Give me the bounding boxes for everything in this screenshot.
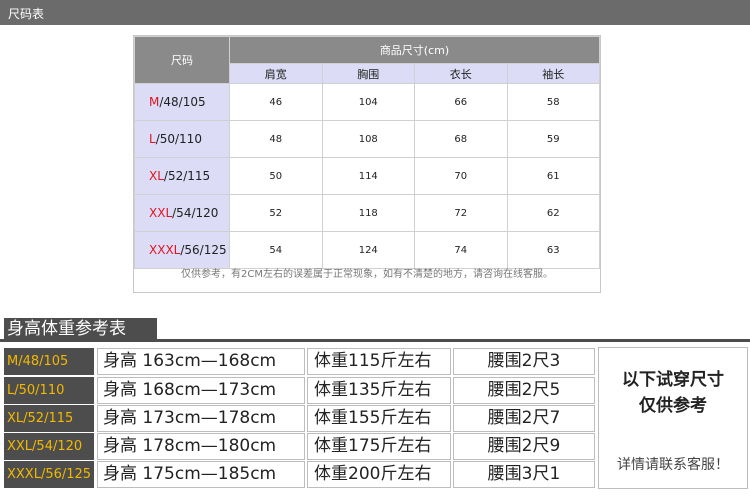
height-cell: 身高 178cm—180cm	[97, 433, 305, 460]
table-row: XL/52/115 50 114 70 61	[134, 157, 600, 195]
reference-size-label: XXXL/56/125	[4, 461, 94, 488]
size-numbers: /48/105	[159, 95, 206, 109]
weight-cell: 体重115斤左右	[307, 348, 451, 375]
table-row: M/48/105 46 104 66 58	[134, 83, 600, 121]
height-cell: 身高 175cm—185cm	[97, 461, 305, 488]
chest-cell: 124	[321, 231, 415, 269]
fit-note-line2: 仅供参考	[639, 396, 707, 416]
reference-row: M/48/105 身高 163cm—168cm 体重115斤左右 腰围2尺3	[4, 348, 595, 375]
size-numbers: /54/120	[172, 206, 219, 220]
weight-cell: 体重200斤左右	[307, 461, 451, 488]
height-cell: 身高 168cm—173cm	[97, 377, 305, 404]
size-numbers: /56/125	[180, 243, 227, 257]
waist-cell: 腰围2尺5	[453, 377, 595, 404]
size-label: XXXL/56/125	[134, 231, 230, 269]
header-title: 尺码表	[8, 7, 45, 21]
reference-row: L/50/110 身高 168cm—173cm 体重135斤左右 腰围2尺5	[4, 377, 595, 404]
table-row: XXL/54/120 52 118 72 62	[134, 194, 600, 232]
reference-size-label: XL/52/115	[4, 405, 94, 432]
reference-title: 身高体重参考表	[4, 318, 157, 340]
disclaimer-note: 仅供参考，有2CM左右的误差属于正常现象，如有不清楚的地方，请咨询在线客服。	[181, 269, 553, 280]
sleeve-cell: 59	[506, 120, 600, 158]
waist-cell: 腰围3尺1	[453, 461, 595, 488]
reference-row: XL/52/115 身高 173cm—178cm 体重155斤左右 腰围2尺7	[4, 405, 595, 432]
size-letter: XXXL	[149, 243, 181, 257]
dimension-group-header: 商品尺寸(cm)	[229, 36, 600, 64]
header-bar: 尺码表	[0, 0, 750, 25]
reference-size-label: L/50/110	[4, 377, 94, 404]
length-cell: 66	[414, 83, 508, 121]
weight-cell: 体重155斤左右	[307, 405, 451, 432]
fit-note-box: 以下试穿尺寸 仅供参考 详情请联系客服！	[598, 347, 748, 489]
size-label: XL/52/115	[134, 157, 230, 195]
size-letter: XXL	[149, 206, 173, 220]
size-letter: M	[149, 95, 160, 109]
sleeve-cell: 58	[506, 83, 600, 121]
height-cell: 身高 163cm—168cm	[97, 348, 305, 375]
weight-cell: 体重135斤左右	[307, 377, 451, 404]
column-header-sleeve: 袖长	[506, 63, 600, 84]
shoulder-cell: 54	[229, 231, 323, 269]
size-label: XXL/54/120	[134, 194, 230, 232]
size-letter: XL	[149, 169, 164, 183]
length-cell: 70	[414, 157, 508, 195]
height-cell: 身高 173cm—178cm	[97, 405, 305, 432]
column-header-shoulder: 肩宽	[229, 63, 323, 84]
shoulder-cell: 46	[229, 83, 323, 121]
reference-divider	[0, 339, 750, 342]
length-cell: 74	[414, 231, 508, 269]
sleeve-cell: 61	[506, 157, 600, 195]
column-header-length: 衣长	[414, 63, 508, 84]
length-cell: 72	[414, 194, 508, 232]
size-label: L/50/110	[134, 120, 230, 158]
size-letter: L	[149, 132, 156, 146]
size-numbers: /50/110	[155, 132, 202, 146]
table-row: L/50/110 48 108 68 59	[134, 120, 600, 158]
size-column-header: 尺码	[134, 36, 230, 84]
sleeve-cell: 62	[506, 194, 600, 232]
chest-cell: 104	[321, 83, 415, 121]
chest-cell: 108	[321, 120, 415, 158]
waist-cell: 腰围2尺7	[453, 405, 595, 432]
size-table: 尺码 商品尺寸(cm) 肩宽 胸围 衣长 袖长 M/48/105 46 104 …	[134, 36, 600, 269]
waist-cell: 腰围2尺3	[453, 348, 595, 375]
weight-cell: 体重175斤左右	[307, 433, 451, 460]
table-row: XXXL/56/125 54 124 74 63	[134, 231, 600, 269]
size-numbers: /52/115	[163, 169, 211, 183]
shoulder-cell: 52	[229, 194, 323, 232]
contact-note: 详情请联系客服！	[617, 457, 729, 473]
chest-cell: 114	[321, 157, 415, 195]
waist-cell: 腰围2尺9	[453, 433, 595, 460]
column-header-chest: 胸围	[321, 63, 415, 84]
length-cell: 68	[414, 120, 508, 158]
size-chart: 尺码 商品尺寸(cm) 肩宽 胸围 衣长 袖长 M/48/105 46 104 …	[133, 35, 601, 293]
reference-row: XXXL/56/125 身高 175cm—185cm 体重200斤左右 腰围3尺…	[4, 461, 595, 488]
fit-note-line1: 以下试穿尺寸	[622, 370, 724, 390]
size-label: M/48/105	[134, 83, 230, 121]
shoulder-cell: 48	[229, 120, 323, 158]
shoulder-cell: 50	[229, 157, 323, 195]
reference-size-label: XXL/54/120	[4, 433, 94, 460]
chest-cell: 118	[321, 194, 415, 232]
sleeve-cell: 63	[506, 231, 600, 269]
reference-row: XXL/54/120 身高 178cm—180cm 体重175斤左右 腰围2尺9	[4, 433, 595, 460]
reference-size-label: M/48/105	[4, 348, 94, 375]
